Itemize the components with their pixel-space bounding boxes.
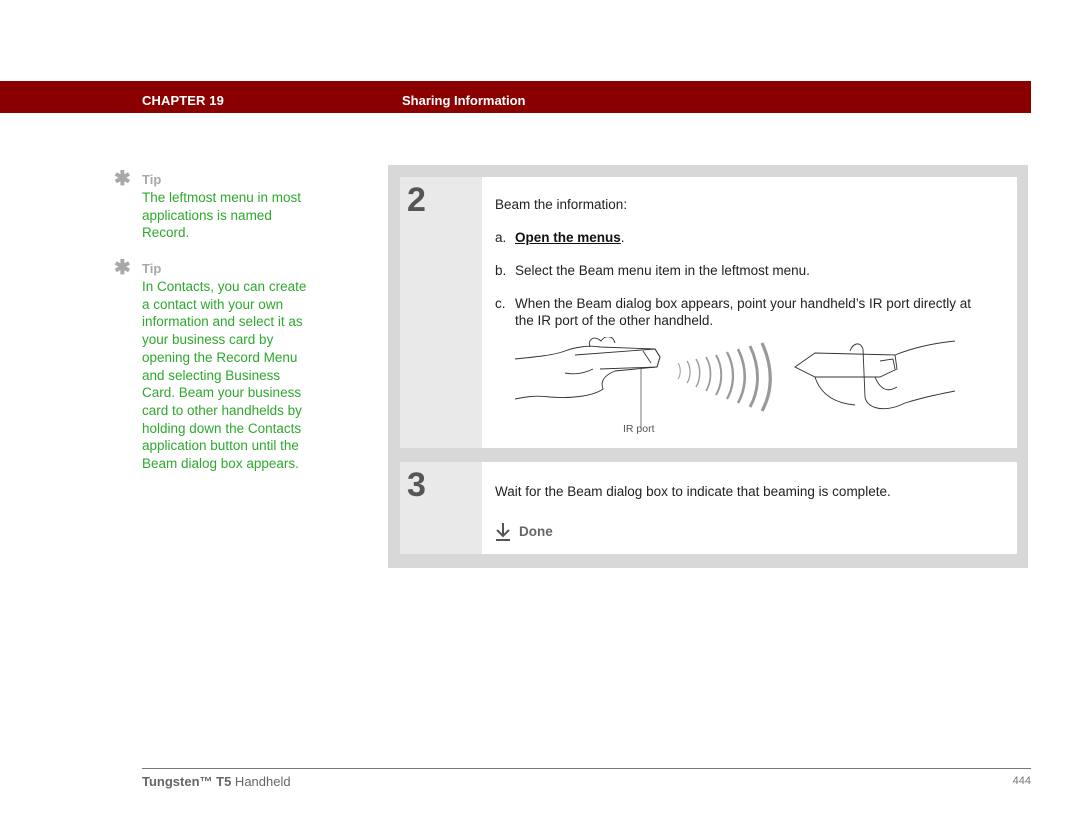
- page-number: 444: [1012, 775, 1031, 787]
- footer-product-rest: Handheld: [231, 774, 291, 789]
- open-the-menus-link[interactable]: Open the menus: [515, 230, 621, 245]
- substep-letter: a.: [495, 230, 507, 245]
- tip-box: ✱ Tip The leftmost menu in most applicat…: [114, 168, 314, 242]
- footer-product-name: Tungsten™ T5 Handheld: [142, 774, 291, 789]
- substep-letter: c.: [495, 296, 506, 311]
- substep-text: Open the menus.: [515, 230, 625, 245]
- left-hand-handheld: [515, 337, 661, 400]
- substep-letter: b.: [495, 263, 507, 278]
- asterisk-icon: ✱: [114, 257, 131, 279]
- chapter-title: Sharing Information: [402, 93, 526, 108]
- infrared-waves: [677, 342, 772, 412]
- step-intro: Beam the information:: [495, 197, 628, 212]
- steps-panel: 2 Beam the information: a. Open the menu…: [388, 165, 1028, 568]
- substep-suffix: .: [620, 230, 625, 245]
- tip-text: The leftmost menu in most applications i…: [142, 190, 302, 241]
- chapter-label: CHAPTER 19: [142, 93, 224, 108]
- tip-label: Tip: [142, 172, 162, 187]
- done-label: Done: [519, 524, 553, 539]
- tip-text: In Contacts, you can create a contact wi…: [142, 279, 307, 472]
- step-3: 3 Wait for the Beam dialog box to indica…: [400, 462, 1017, 554]
- step-2: 2 Beam the information: a. Open the menu…: [400, 177, 1017, 448]
- step-text: Wait for the Beam dialog box to indicate…: [495, 484, 891, 499]
- substep-text-line1: When the Beam dialog box appears, point …: [515, 296, 972, 311]
- done-arrow-icon: [496, 523, 510, 541]
- asterisk-icon: ✱: [114, 168, 131, 190]
- step-number: 2: [407, 181, 426, 219]
- tip-box: ✱ Tip In Contacts, you can create a cont…: [114, 257, 314, 473]
- ir-port-callout-label: IR port: [623, 423, 655, 435]
- tip-label: Tip: [142, 261, 162, 276]
- step-number-column: 3: [400, 462, 482, 554]
- footer-divider: [142, 768, 1031, 769]
- footer-product-bold: Tungsten™ T5: [142, 774, 232, 789]
- beaming-illustration: [515, 337, 955, 429]
- right-hand-handheld: [794, 340, 955, 410]
- step-number-column: 2: [400, 177, 482, 448]
- step-number: 3: [407, 466, 426, 504]
- substep-text-line2: the IR port of the other handheld.: [515, 313, 714, 328]
- substep-text: Select the Beam menu item in the leftmos…: [515, 263, 810, 278]
